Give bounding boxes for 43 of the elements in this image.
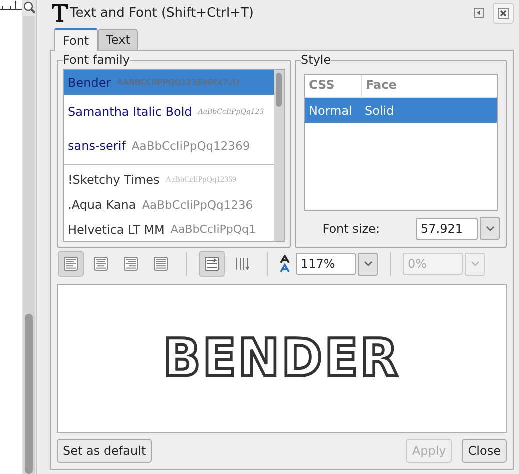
column-header[interactable]: Face xyxy=(362,75,497,97)
align-icon xyxy=(123,256,139,272)
dropdown-button[interactable] xyxy=(358,252,378,276)
font-list-item[interactable]: Bender AABBCCIIPPQQ123696€¢?./() xyxy=(64,70,274,95)
frame-label: Style xyxy=(301,53,332,67)
frame-label: Font family xyxy=(63,53,130,67)
align-icon xyxy=(63,256,79,272)
line-spacing-field[interactable]: 117% xyxy=(296,253,356,275)
close-icon xyxy=(498,8,509,18)
align-icon xyxy=(93,256,109,272)
dialog-button[interactable]: Set as default xyxy=(57,439,152,463)
orientation-button[interactable] xyxy=(199,251,225,277)
horizontal-text-icon xyxy=(204,256,220,272)
font-preview: BENDER xyxy=(162,328,402,388)
collapse-button[interactable] xyxy=(471,5,487,21)
table-cell-text: Solid xyxy=(364,104,396,118)
close-button[interactable] xyxy=(493,2,514,24)
scrollbar[interactable] xyxy=(274,70,284,241)
font-list-item[interactable]: Helvetica LT MM AaBbCcIiPpQq1 xyxy=(64,217,274,241)
align-button[interactable] xyxy=(58,251,84,277)
dialog-button[interactable]: Close xyxy=(462,439,507,463)
tab[interactable]: Text xyxy=(98,29,138,50)
zoom-icon[interactable] xyxy=(22,1,36,14)
dialog-title: Text and Font (Shift+Ctrl+T) xyxy=(70,6,255,20)
text-tool-icon xyxy=(52,4,68,22)
font-list-item[interactable]: !Sketchy Times AaBbCcIiPpQq12369 xyxy=(64,167,274,192)
line-spacing-icon xyxy=(280,255,290,273)
ruler-drawing xyxy=(0,0,22,10)
align-icon xyxy=(153,256,169,272)
scrollbar[interactable] xyxy=(23,16,35,474)
style-row[interactable]: Normal Solid xyxy=(305,98,497,123)
table-cell-text: Normal xyxy=(308,104,354,118)
vertical-text-icon xyxy=(234,256,250,272)
tab[interactable]: Font xyxy=(54,28,98,51)
chevron-icon xyxy=(486,226,494,232)
font-size-field[interactable]: 57.921 xyxy=(416,218,478,240)
font-list-item[interactable]: sans-serif AaBbCcIiPpQq12369 xyxy=(64,129,274,163)
chevron-icon xyxy=(470,261,480,267)
font-list-item[interactable]: .Aqua Kana AaBbCcIiPpQq1236 xyxy=(64,192,274,217)
dropdown-button[interactable] xyxy=(480,217,500,240)
column-header[interactable]: CSS xyxy=(305,75,362,97)
chevron-icon xyxy=(364,261,372,267)
font-size-label: Font size: xyxy=(322,222,380,236)
